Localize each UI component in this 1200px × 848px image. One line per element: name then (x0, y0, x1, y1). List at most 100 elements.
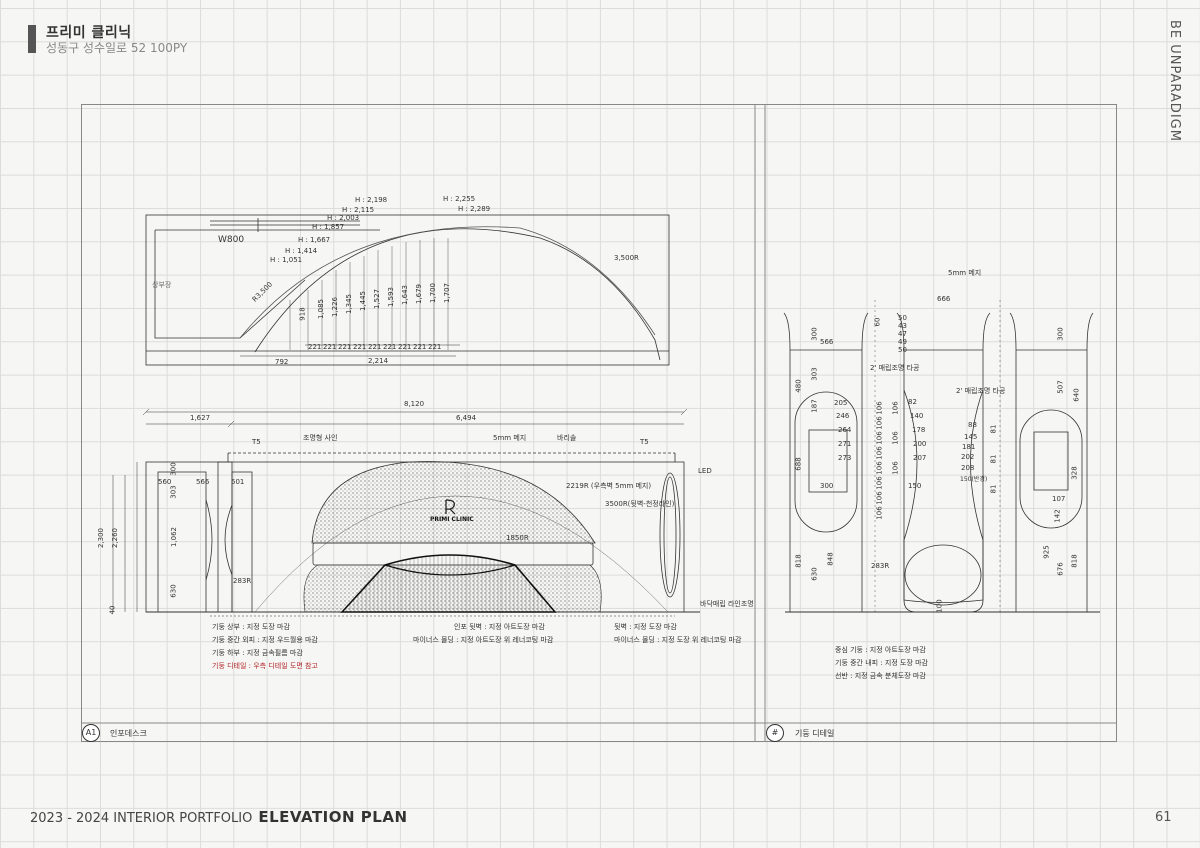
plan-height-4: H : 1,857 (312, 223, 345, 231)
col-dim-300a: 300 (810, 327, 819, 341)
dim-566: 566 (196, 478, 210, 486)
footer-label: 2023 - 2024 INTERIOR PORTFOLIO ELEVATION … (30, 808, 408, 826)
note-col-3: 선반 : 지정 금속 분체도장 마감 (835, 672, 926, 680)
t5-right-label: T5 (640, 438, 649, 446)
col-dim-676: 676 (1056, 562, 1065, 576)
plan-height-6: H : 1,414 (285, 247, 318, 255)
plan-bar-dim: 1,345 (345, 293, 354, 315)
col-small-stack: 49 (898, 338, 907, 346)
col-dim-187: 187 (810, 399, 819, 413)
elev-overall-dim: 8,120 (404, 400, 425, 408)
col-dim-202: 202 (961, 453, 975, 461)
plan-step-dim: 221 (398, 343, 412, 351)
plan-step-dim: 221 (413, 343, 427, 351)
plan-bar-dim: 1,707 (443, 282, 452, 304)
plan-height-8: H : 2,255 (443, 195, 476, 203)
col-dim-142: 142 (1053, 509, 1062, 523)
col-dim-818a: 818 (794, 554, 803, 568)
col-dim-145: 145 (964, 433, 978, 441)
r3500-label: 3500R(뒷벽-천정라인) (605, 500, 675, 508)
plan-bar-dim: 1,527 (373, 288, 382, 310)
col-small-stack: 50 (898, 314, 907, 322)
r283-label: 283R (233, 577, 252, 585)
col-dim-205: 205 (834, 399, 848, 407)
footer-section: ELEVATION PLAN (258, 808, 408, 826)
plan-step-dim: 221 (323, 343, 337, 351)
col-dim-848: 848 (826, 552, 835, 566)
col-dim-81: 81 (989, 424, 998, 434)
col-small-stack: 43 (898, 322, 907, 330)
plan-bar-dim: 1,700 (429, 282, 438, 304)
dim-2300: 2,300 (97, 527, 106, 549)
col-dim-88: 88 (968, 421, 977, 429)
floor-light-label: 바닥매립 라인조명 (700, 600, 754, 608)
col-dim-271: 271 (838, 440, 852, 448)
col-stack-dim: 106 (891, 431, 900, 445)
plan-height-3: H : 2,003 (327, 214, 360, 222)
note-left-3: 기둥 하부 : 지정 금속필름 마감 (212, 649, 303, 657)
plan-height-5: H : 1,667 (298, 236, 331, 244)
col-dim-300c: 300 (820, 482, 834, 490)
r2219-label: 2219R (우측벽 5mm 메지) (566, 482, 652, 490)
col-dim-480: 480 (794, 379, 803, 393)
col-dim-666: 666 (937, 295, 951, 303)
plan-bottom-total-dim: 2,214 (368, 357, 389, 365)
dim-630: 630 (169, 584, 178, 598)
note-col-2: 기둥 중간 내피 : 지정 도장 마감 (835, 659, 928, 667)
note-left-2: 기둥 중간 외피 : 지정 우드월용 마감 (212, 636, 318, 644)
col-stack-dim: 106 (875, 491, 884, 505)
col-dim-140: 140 (910, 412, 924, 420)
col-dim-246: 246 (836, 412, 850, 420)
plan-radius-large: 3,500R (614, 254, 639, 262)
elevation-drawing (81, 104, 1117, 742)
col-stack-dim: 106 (875, 476, 884, 490)
col-dim-81: 81 (989, 484, 998, 494)
col-stack-dim: 106 (891, 401, 900, 415)
plan-bar-dim: 1,679 (415, 283, 424, 305)
drawing-title-left: 인포데스크 (110, 729, 147, 738)
note-right-2: 마이너스 몰딩 : 지정 도장 위 레너코팅 마감 (614, 636, 742, 644)
plan-bar-dim: 1,593 (387, 286, 396, 308)
plan-step-dim: 221 (368, 343, 382, 351)
plan-step-dim: 221 (383, 343, 397, 351)
col-dim-640: 640 (1072, 388, 1081, 402)
col-dim-300b: 300 (1056, 327, 1065, 341)
note-mid-1: 인포 뒷벽 : 지정 아트도장 마감 (454, 623, 545, 631)
dim-300: 300 (169, 462, 178, 476)
drawing-tag-hash: # (766, 724, 784, 742)
col-dim-81: 81 (989, 454, 998, 464)
col-dim-507: 507 (1056, 380, 1065, 394)
col-dim-150b: 150(반경) (960, 476, 988, 483)
mesh-label: 5mm 메지 (493, 434, 527, 442)
dim-1062: 1,062 (170, 526, 179, 548)
dim-303: 303 (169, 485, 178, 499)
elev-right-dim: 6,494 (456, 414, 477, 422)
col-dim-181: 181 (962, 443, 976, 451)
plan-height-2: H : 2,115 (342, 206, 375, 214)
col-dim-925: 925 (1042, 545, 1051, 559)
plan-step-dim: 221 (338, 343, 352, 351)
note-right-1: 뒷벽 : 지정 도장 마감 (614, 623, 677, 631)
page-number: 61 (1155, 810, 1172, 825)
note-left-4: 기둥 디테일 : 우측 디테일 도면 참고 (212, 662, 318, 670)
plan-width-label: W800 (218, 235, 245, 245)
col-stack-dim: 106 (875, 431, 884, 445)
col-light-a: 2' 매립조명 타공 (870, 364, 920, 372)
col-small-stack: 47 (898, 330, 907, 338)
plan-step-dim: 221 (353, 343, 367, 351)
plan-bar-dim: 1,226 (331, 296, 340, 318)
col-dim-178: 178 (912, 426, 926, 434)
plan-step-dim: 221 (308, 343, 322, 351)
col-dim-273: 273 (838, 454, 852, 462)
col-dim-100: 100 (935, 599, 944, 613)
t5-left-label: T5 (252, 438, 261, 446)
col-stack-dim: 106 (875, 446, 884, 460)
elev-left-dim: 1,627 (190, 414, 211, 422)
plan-bottom-left-dim: 792 (275, 358, 289, 366)
dim-40: 40 (108, 605, 117, 615)
col-stack-dim: 106 (875, 416, 884, 430)
note-left-1: 기둥 상부 : 지정 도장 마감 (212, 623, 290, 631)
col-dim-207: 207 (913, 454, 927, 462)
dim-2260: 2,260 (111, 527, 120, 549)
col-stack-dim: 106 (891, 461, 900, 475)
